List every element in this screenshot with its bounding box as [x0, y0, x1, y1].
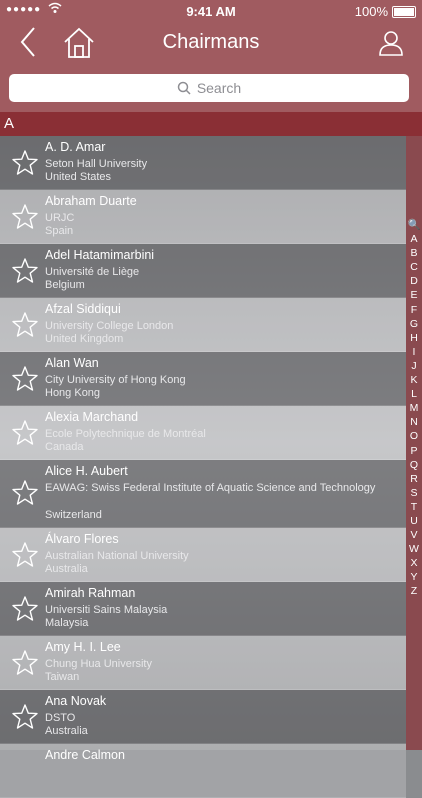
- star-icon[interactable]: [11, 595, 39, 623]
- chairman-name: Amy H. I. Lee: [45, 640, 121, 654]
- chairman-list: A. D. Amar Seton Hall University United …: [0, 136, 406, 798]
- list-item[interactable]: Amy H. I. Lee Chung Hua University Taiwa…: [0, 636, 406, 690]
- index-letter[interactable]: H: [406, 331, 422, 345]
- index-letter[interactable]: Q: [406, 458, 422, 472]
- index-letter[interactable]: X: [406, 556, 422, 570]
- chairman-institution: Australian National University: [45, 550, 189, 562]
- chairman-name: Alexia Marchand: [45, 410, 139, 424]
- page-title: Chairmans: [162, 31, 260, 53]
- star-icon[interactable]: [11, 419, 39, 447]
- index-letter[interactable]: B: [406, 246, 422, 260]
- battery-percent: 100%: [354, 4, 388, 19]
- chairman-name: Ana Novak: [45, 694, 107, 708]
- star-icon[interactable]: [11, 703, 39, 731]
- chairman-country: Switzerland: [45, 509, 102, 521]
- battery-icon: [392, 6, 416, 18]
- index-letter[interactable]: O: [406, 429, 422, 443]
- star-icon[interactable]: [11, 365, 39, 393]
- list-item[interactable]: Afzal Siddiqui University College London…: [0, 298, 406, 352]
- index-letter[interactable]: G: [406, 317, 422, 331]
- chairman-institution: EAWAG: Swiss Federal Institute of Aquati…: [45, 482, 376, 494]
- chairman-name: Afzal Siddiqui: [45, 302, 121, 316]
- list-item[interactable]: Alan Wan City University of Hong Kong Ho…: [0, 352, 406, 406]
- index-letter[interactable]: U: [406, 514, 422, 528]
- chairman-institution: URJC: [45, 212, 75, 224]
- index-letter[interactable]: W: [406, 542, 422, 556]
- index-letter[interactable]: D: [406, 274, 422, 288]
- index-letter[interactable]: V: [406, 528, 422, 542]
- chairman-name: Alice H. Aubert: [45, 464, 128, 478]
- user-icon[interactable]: [378, 29, 404, 57]
- index-letter[interactable]: K: [406, 373, 422, 387]
- index-letter[interactable]: R: [406, 472, 422, 486]
- nav-bar: Chairmans: [0, 22, 422, 66]
- star-icon[interactable]: [11, 541, 39, 569]
- section-header: A: [0, 112, 422, 136]
- chairman-country: Hong Kong: [45, 387, 101, 399]
- index-search-icon[interactable]: 🔍: [406, 218, 422, 232]
- index-letter[interactable]: A: [406, 232, 422, 246]
- list-item[interactable]: Andre Calmon: [0, 744, 406, 798]
- chairman-country: Malaysia: [45, 617, 89, 629]
- chairman-name: A. D. Amar: [45, 140, 106, 154]
- star-icon[interactable]: [11, 257, 39, 285]
- star-icon[interactable]: [11, 203, 39, 231]
- star-icon[interactable]: [11, 649, 39, 677]
- chairman-name: Alan Wan: [45, 356, 99, 370]
- index-letter[interactable]: Y: [406, 570, 422, 584]
- index-letter[interactable]: L: [406, 387, 422, 401]
- index-letter[interactable]: C: [406, 260, 422, 274]
- list-item[interactable]: Álvaro Flores Australian National Univer…: [0, 528, 406, 582]
- index-letter[interactable]: S: [406, 486, 422, 500]
- chairman-institution: DSTO: [45, 712, 76, 724]
- search-input[interactable]: Search: [9, 74, 409, 102]
- list-item[interactable]: Adel Hatamimarbini Université de Liège B…: [0, 244, 406, 298]
- chairman-institution: Chung Hua University: [45, 658, 152, 670]
- chairman-name: Amirah Rahman: [45, 586, 136, 600]
- chairman-name: Álvaro Flores: [45, 532, 119, 546]
- list-item[interactable]: Amirah Rahman Universiti Sains Malaysia …: [0, 582, 406, 636]
- index-letter[interactable]: N: [406, 415, 422, 429]
- chairman-institution: Universiti Sains Malaysia: [45, 604, 168, 616]
- chairman-institution: Seton Hall University: [45, 158, 148, 170]
- chairman-country: United Kingdom: [45, 333, 124, 345]
- index-letter[interactable]: I: [406, 345, 422, 359]
- search-icon: [177, 81, 191, 95]
- chairman-institution: City University of Hong Kong: [45, 374, 186, 386]
- chairman-country: Australia: [45, 725, 88, 737]
- star-icon[interactable]: [11, 479, 39, 507]
- chairman-country: Belgium: [45, 279, 85, 291]
- search-bar: Search: [0, 66, 422, 112]
- chairman-institution: Université de Liège: [45, 266, 140, 278]
- chairman-institution: University College London: [45, 320, 174, 332]
- search-placeholder: Search: [196, 80, 242, 96]
- section-letter: A: [4, 115, 15, 132]
- status-bar: ●●●●● 9:41 AM 100%: [0, 0, 422, 22]
- chairman-country: Canada: [45, 441, 84, 453]
- chairman-country: United States: [45, 171, 112, 183]
- index-letter[interactable]: J: [406, 359, 422, 373]
- index-letter[interactable]: T: [406, 500, 422, 514]
- chairman-country: Taiwan: [45, 671, 80, 683]
- section-index-bar[interactable]: 🔍 A B C D E F G H I J K L M N O P Q R S …: [406, 136, 422, 750]
- chairman-name: Adel Hatamimarbini: [45, 248, 155, 262]
- list-item[interactable]: Abraham Duarte URJC Spain: [0, 190, 406, 244]
- index-letter[interactable]: Z: [406, 584, 422, 598]
- index-letter[interactable]: E: [406, 288, 422, 302]
- list-item[interactable]: Alexia Marchand Ecole Polytechnique de M…: [0, 406, 406, 460]
- index-letter[interactable]: M: [406, 401, 422, 415]
- list-item[interactable]: A. D. Amar Seton Hall University United …: [0, 136, 406, 190]
- chairman-country: Australia: [45, 563, 88, 575]
- star-icon[interactable]: [11, 149, 39, 177]
- chairman-country: Spain: [45, 225, 74, 237]
- index-letter[interactable]: F: [406, 303, 422, 317]
- chairman-name: Abraham Duarte: [45, 194, 137, 208]
- list-item[interactable]: Ana Novak DSTO Australia: [0, 690, 406, 744]
- star-icon[interactable]: [11, 311, 39, 339]
- index-letter[interactable]: P: [406, 444, 422, 458]
- list-item[interactable]: Alice H. Aubert EAWAG: Swiss Federal Ins…: [0, 460, 406, 528]
- chairman-name: Andre Calmon: [45, 748, 125, 762]
- chairman-institution: Ecole Polytechnique de Montréal: [45, 428, 206, 440]
